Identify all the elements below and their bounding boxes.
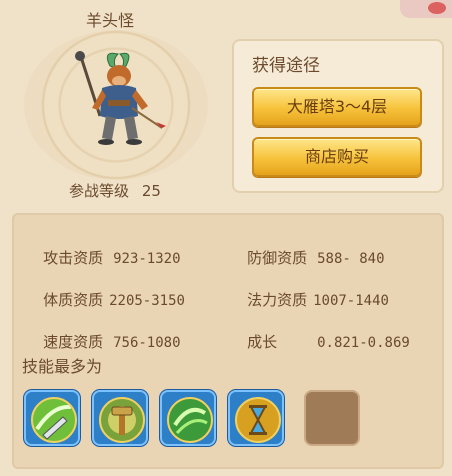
obtain-shop-button[interactable]: 商店购买 bbox=[252, 137, 422, 177]
obtain-methods-box: 获得途径 大雁塔3～4层 商店购买 bbox=[232, 39, 444, 193]
green-wind-skill-icon[interactable] bbox=[160, 390, 216, 446]
hammer-skill-icon[interactable] bbox=[92, 390, 148, 446]
pet-name: 羊头怪 bbox=[85, 11, 134, 30]
pet-portrait-goat-monster-icon bbox=[75, 51, 166, 145]
stat-label: 体质资质 bbox=[43, 291, 104, 309]
stat-label: 法力资质 bbox=[247, 291, 308, 309]
hourglass-skill-icon[interactable] bbox=[228, 390, 284, 446]
battle-level-value: 25 bbox=[141, 182, 161, 200]
stat-label: 速度资质 bbox=[43, 333, 104, 351]
stat-value: 588- 840 bbox=[317, 251, 385, 267]
stat-label: 成长 bbox=[247, 333, 278, 351]
stat-value: 756-1080 bbox=[113, 335, 181, 351]
obtain-dayanta-button[interactable]: 大雁塔3～4层 bbox=[252, 87, 422, 127]
obtain-title: 获得途径 bbox=[252, 56, 320, 76]
stat-value: 1007-1440 bbox=[313, 293, 389, 309]
stats-box: 攻击资质 923-1320 防御资质 588- 840 体质资质 2205-3150 … bbox=[12, 213, 444, 469]
sword-wind-skill-icon[interactable] bbox=[24, 390, 80, 446]
stat-growth: 成长 0.821-0.869 bbox=[228, 313, 410, 370]
stat-label: 防御资质 bbox=[247, 249, 308, 267]
stat-value: 2205-3150 bbox=[109, 293, 185, 309]
battle-level: 参战等级 25 bbox=[30, 180, 200, 201]
empty-skill-slot bbox=[304, 390, 360, 446]
stat-value: 923-1320 bbox=[113, 251, 181, 267]
stat-label: 攻击资质 bbox=[43, 249, 104, 267]
skills-title: 技能最多为 bbox=[22, 357, 103, 376]
stat-value: 0.821-0.869 bbox=[317, 335, 410, 351]
battle-level-label: 参战等级 bbox=[69, 182, 130, 200]
corner-ornament-icon bbox=[400, 0, 452, 18]
